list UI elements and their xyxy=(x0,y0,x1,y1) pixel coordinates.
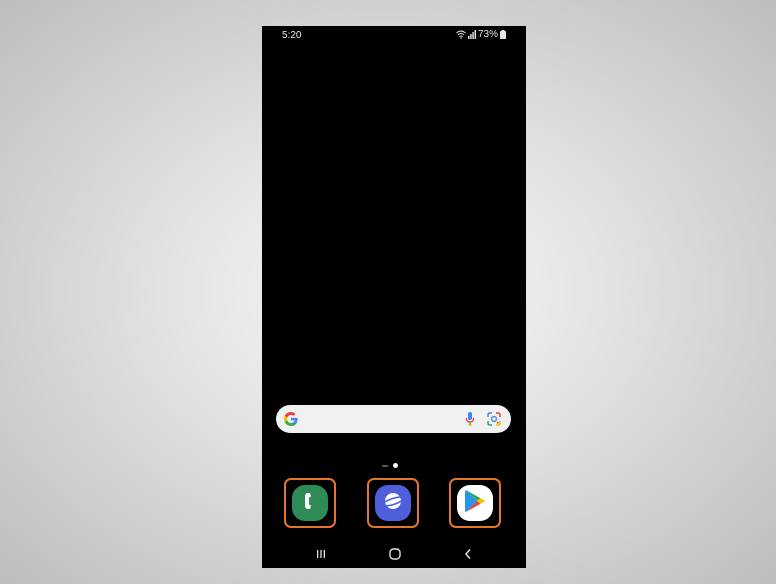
internet-app-highlight[interactable] xyxy=(367,478,419,528)
phone-app-highlight[interactable] xyxy=(284,478,336,528)
internet-app-icon[interactable] xyxy=(375,485,411,521)
status-bar: 5:20 73% xyxy=(262,26,526,44)
wifi-icon xyxy=(456,30,466,39)
play-store-app-highlight[interactable] xyxy=(449,478,501,528)
status-time: 5:20 xyxy=(282,30,302,41)
phone-screen: 5:20 73% xyxy=(262,26,526,568)
page-indicator-active xyxy=(393,463,398,468)
page-indicator xyxy=(382,463,398,468)
phone-icon xyxy=(301,491,319,516)
planet-icon xyxy=(381,489,405,518)
google-lens-icon[interactable] xyxy=(487,412,501,431)
back-icon[interactable] xyxy=(460,546,476,562)
microphone-icon[interactable] xyxy=(465,411,475,432)
navigation-bar xyxy=(262,538,526,568)
app-dock xyxy=(262,478,526,534)
status-icons: 73% xyxy=(456,29,506,40)
google-g-icon xyxy=(283,411,299,432)
recents-icon[interactable] xyxy=(313,546,329,562)
play-store-icon xyxy=(464,489,486,518)
battery-percent: 73% xyxy=(477,29,498,40)
home-icon[interactable] xyxy=(387,546,403,562)
battery-icon xyxy=(500,30,506,39)
signal-icon xyxy=(467,30,476,39)
phone-app-icon[interactable] xyxy=(292,485,328,521)
page-indicator-inactive xyxy=(382,464,388,467)
play-store-app-icon[interactable] xyxy=(457,485,493,521)
google-search-bar[interactable] xyxy=(276,405,511,433)
